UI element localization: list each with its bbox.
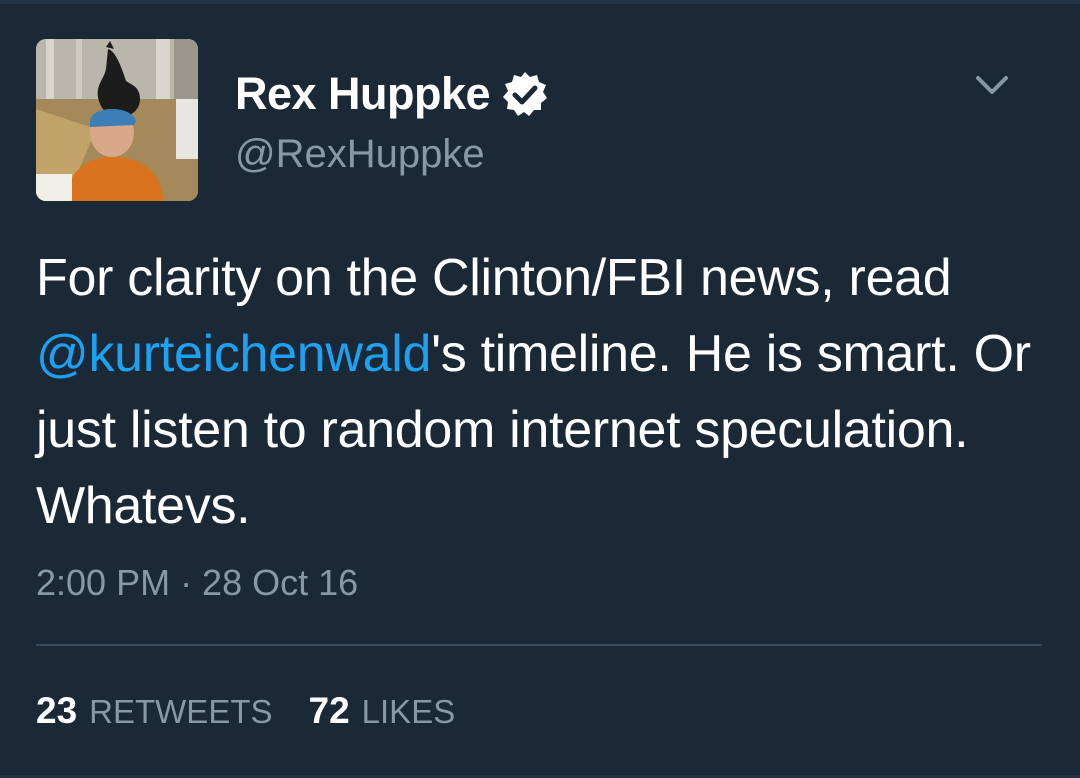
retweets-label: RETWEETS: [89, 693, 273, 730]
tweet-text: For clarity on the Clinton/FBI news, rea…: [36, 240, 1046, 544]
mention-link[interactable]: @kurteichenwald: [36, 325, 431, 383]
likes-label: LIKES: [361, 693, 456, 730]
author-handle[interactable]: @RexHuppke: [235, 132, 485, 177]
divider: [36, 644, 1042, 646]
author-display-name[interactable]: Rex Huppke: [235, 68, 491, 120]
retweets-count: 23: [36, 690, 78, 731]
author-name-row[interactable]: Rex Huppke: [235, 66, 550, 122]
retweets-stat[interactable]: 23 RETWEETS: [36, 690, 273, 732]
likes-stat[interactable]: 72 LIKES: [309, 690, 456, 732]
tweet-stats: 23 RETWEETS 72 LIKES: [36, 690, 491, 732]
likes-count: 72: [308, 690, 350, 731]
tweet-timestamp[interactable]: 2:00 PM · 28 Oct 16: [36, 562, 358, 604]
tweet-text-part1: For clarity on the Clinton/FBI news, rea…: [36, 249, 952, 307]
avatar-photo: [36, 39, 198, 201]
verified-badge-icon: [500, 69, 550, 119]
avatar[interactable]: [36, 39, 198, 201]
top-border: [0, 0, 1080, 4]
chevron-down-icon[interactable]: [972, 68, 1012, 102]
